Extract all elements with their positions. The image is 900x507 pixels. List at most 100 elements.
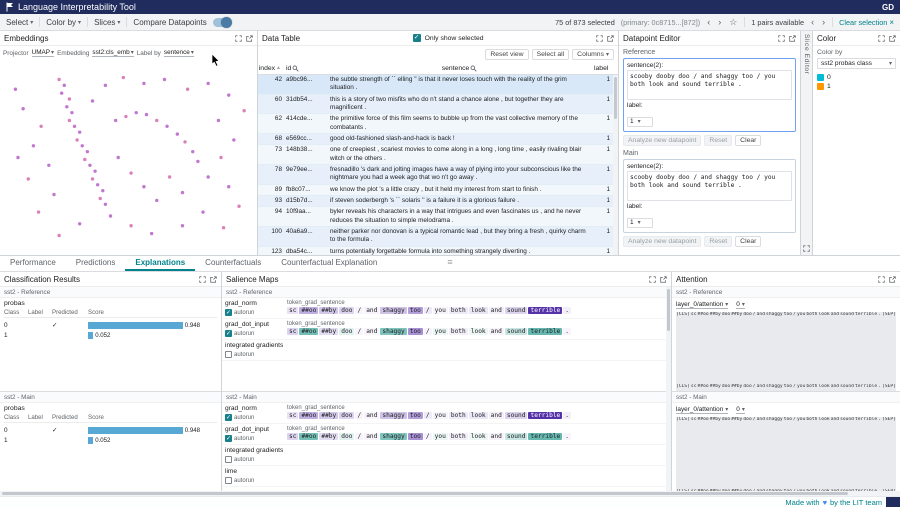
popout-icon[interactable] [660,276,667,283]
salience-token[interactable]: shaggy [380,433,406,440]
embedding-point[interactable] [181,224,184,227]
autorun-checkbox[interactable]: autorun [225,477,287,484]
salience-token[interactable]: . [563,307,571,314]
table-row[interactable]: 10040a6a9...neither parker nor donovan i… [258,227,613,247]
embedding-point[interactable] [227,93,230,96]
maximize-icon[interactable] [199,276,206,283]
salience-token[interactable]: and [364,307,379,314]
maximize-icon[interactable] [596,35,603,42]
salience-token[interactable]: / [424,433,432,440]
salience-token[interactable]: doo [339,412,354,419]
salience-token[interactable]: / [424,328,432,335]
salience-token[interactable]: doo [339,328,354,335]
maximize-icon[interactable] [649,276,656,283]
embedding-point[interactable] [181,191,184,194]
salience-token[interactable]: you [433,412,448,419]
popout-icon[interactable] [889,35,896,42]
salience-token[interactable]: terrible [528,412,562,419]
salience-token[interactable]: sound [505,433,528,440]
embedding-point[interactable] [155,119,158,122]
search-icon[interactable] [292,65,299,72]
reset-view-button[interactable]: Reset view [485,49,528,60]
table-row[interactable]: 789e79ee...fresnadillo 's dark and jolti… [258,165,613,185]
salience-token[interactable]: sound [505,307,528,314]
embedding-point[interactable] [176,132,179,135]
embedding-point[interactable] [222,226,225,229]
tab-predictions[interactable]: Predictions [66,256,126,271]
salience-token[interactable]: / [355,433,363,440]
embedding-point[interactable] [135,111,138,114]
label-select[interactable]: 1▾ [627,218,653,228]
embedding-point[interactable] [101,189,104,192]
maximize-icon[interactable] [878,35,885,42]
embedding-point[interactable] [145,113,148,116]
embedding-point[interactable] [242,109,245,112]
prev-pair-button[interactable]: ‹ [810,18,815,27]
embedding-point[interactable] [186,88,189,91]
embedding-point[interactable] [52,193,55,196]
label-select[interactable]: 1▾ [627,117,653,127]
pin-datapoint-icon[interactable]: ☆ [728,18,738,27]
salience-token[interactable]: too [408,433,423,440]
embedding-point[interactable] [63,84,66,87]
table-row[interactable]: 42a9bc96...the subtle strength of `` ell… [258,75,613,95]
salience-token[interactable]: . [563,433,571,440]
embedding-point[interactable] [60,91,63,94]
popout-icon[interactable] [210,276,217,283]
embedding-point[interactable] [201,210,204,213]
salience-token[interactable]: too [408,328,423,335]
salience-token[interactable]: sc [287,307,298,314]
attention-head-select[interactable]: 0▾ [736,301,745,309]
embedding-point[interactable] [183,140,186,143]
salience-token[interactable]: both [449,433,468,440]
embedding-point[interactable] [217,119,220,122]
salience-token[interactable]: . [563,412,571,419]
embedding-point[interactable] [96,183,99,186]
salience-token[interactable]: look [469,328,488,335]
embedding-select[interactable]: sst2:cls_emb▾ [92,49,133,57]
embedding-point[interactable] [65,105,68,108]
embedding-point[interactable] [124,115,127,118]
embedding-point[interactable] [99,197,102,200]
only-show-selected-checkbox[interactable]: ✓ [413,34,421,42]
attention-head-select[interactable]: 0▾ [736,406,745,414]
analyze-new-datapoint-button[interactable]: Analyze new datapoint [623,236,701,247]
embedding-point[interactable] [232,138,235,141]
embedding-point[interactable] [78,222,81,225]
embedding-point[interactable] [21,107,24,110]
autorun-checkbox[interactable]: ✓autorun [225,414,287,421]
embedding-point[interactable] [57,234,60,237]
embedding-point[interactable] [237,205,240,208]
embedding-point[interactable] [163,78,166,81]
popout-icon[interactable] [889,276,896,283]
tab-performance[interactable]: Performance [0,256,66,271]
search-icon[interactable] [609,65,610,72]
autorun-checkbox[interactable]: autorun [225,351,287,358]
embedding-point[interactable] [86,150,89,153]
table-row[interactable]: 9410f9aa...byler reveals his characters … [258,207,613,227]
user-initials[interactable]: GD [882,3,894,12]
embedding-point[interactable] [39,125,42,128]
salience-token[interactable]: . [563,328,571,335]
embedding-point[interactable] [104,84,107,87]
column-header-id[interactable]: id [284,65,328,72]
salience-token[interactable]: and [364,412,379,419]
table-row[interactable]: 6031db54...this is a story of two misfit… [258,95,613,115]
embedding-point[interactable] [75,138,78,141]
drag-handle-icon[interactable]: ≡ [447,257,452,267]
salience-token[interactable]: doo [339,307,354,314]
salience-token[interactable]: and [489,412,504,419]
tab-explanations[interactable]: Explanations [125,256,195,271]
salience-token[interactable]: sc [287,412,298,419]
embedding-point[interactable] [142,185,145,188]
next-pair-button[interactable]: › [821,18,826,27]
embedding-point[interactable] [32,144,35,147]
reset-button[interactable]: Reset [704,135,732,146]
salience-token[interactable]: both [449,307,468,314]
salience-token[interactable]: / [424,307,432,314]
embedding-point[interactable] [206,175,209,178]
embedding-point[interactable] [109,214,112,217]
salience-token[interactable]: doo [339,433,354,440]
compare-datapoints-toggle[interactable] [213,18,231,27]
embedding-point[interactable] [47,164,50,167]
